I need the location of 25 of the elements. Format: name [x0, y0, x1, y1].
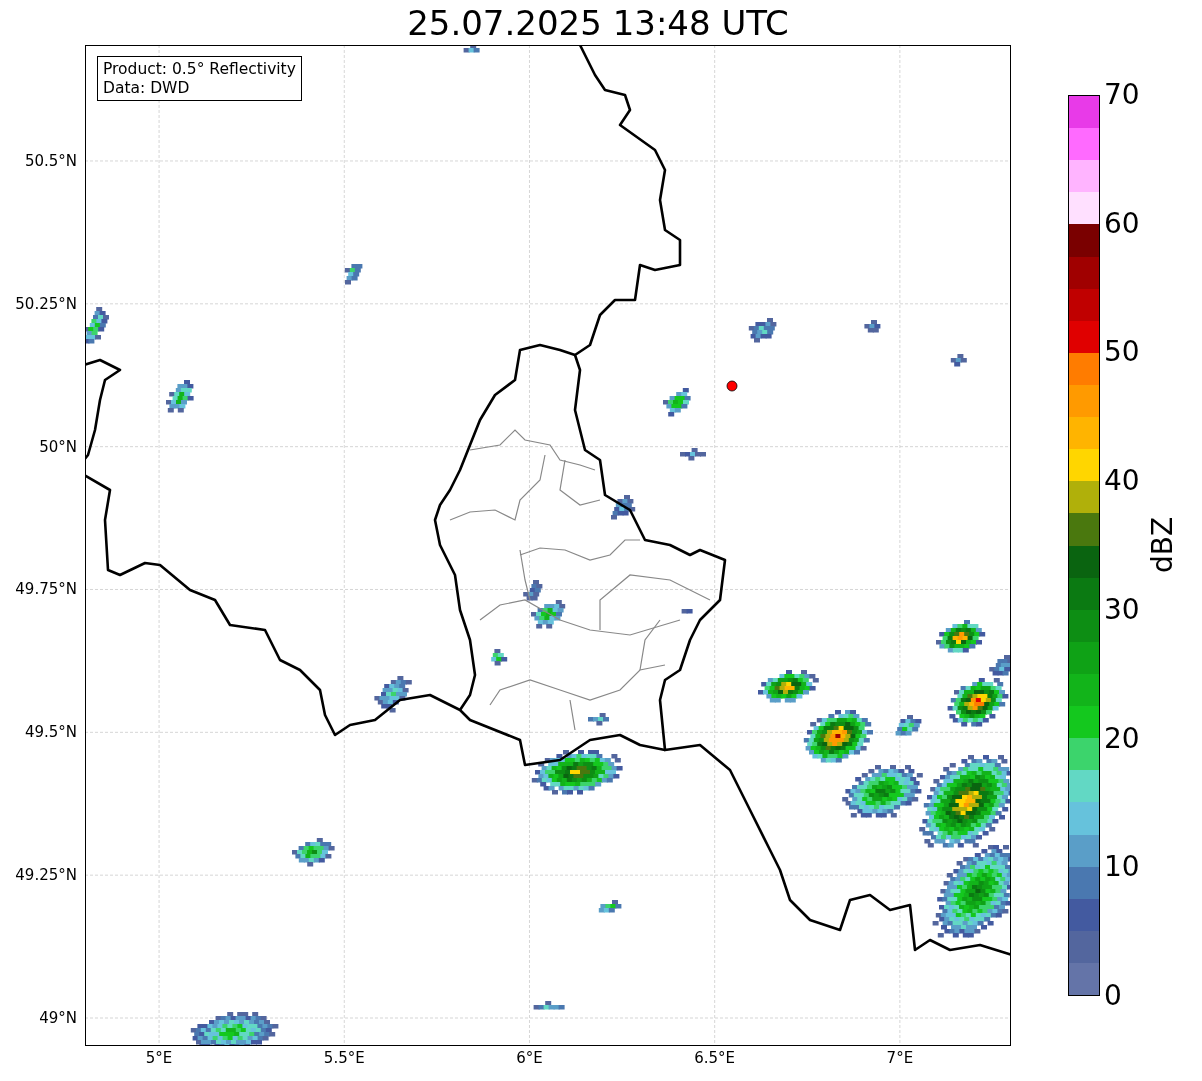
colorbar-tick-label: 50: [1104, 338, 1140, 367]
latitude-label: 49.75°N: [15, 582, 77, 597]
legend-text: Data: DWD: [103, 78, 191, 98]
longitude-label: 5.5°E: [323, 1051, 365, 1066]
latitude-label: 49.25°N: [15, 867, 77, 883]
colorbar-tick-label: 60: [1104, 209, 1140, 238]
legend-text: Product: 0.5° Reflectivity: [103, 60, 296, 79]
colorbar-tick-label: 10: [1104, 853, 1140, 882]
longitude-label: 5°E: [145, 1051, 173, 1066]
chart-title: 25.07.2025 13:48 UTC: [406, 5, 789, 40]
radar-site-marker: [726, 380, 738, 392]
latitude-label: 50.5°N: [24, 153, 77, 169]
colorbar-tick-label: 20: [1104, 724, 1140, 753]
colorbar-tick-label: 0: [1104, 982, 1122, 1010]
colorbar-tick-label: 30: [1104, 595, 1140, 624]
longitude-label: 7°E: [886, 1051, 914, 1066]
longitude-label: 6.5°E: [694, 1051, 736, 1066]
colorbar-tick-label: 70: [1104, 81, 1140, 109]
longitude-label: 6°E: [516, 1051, 543, 1066]
colorbar-title: dBZ: [1145, 516, 1179, 574]
latitude-label: 50.25°N: [15, 296, 77, 312]
latitude-label: 49°N: [39, 1010, 77, 1026]
latitude-label: 49.5°N: [24, 724, 77, 740]
colorbar-tick-label: 40: [1104, 467, 1140, 496]
latitude-label: 50°N: [39, 439, 77, 455]
